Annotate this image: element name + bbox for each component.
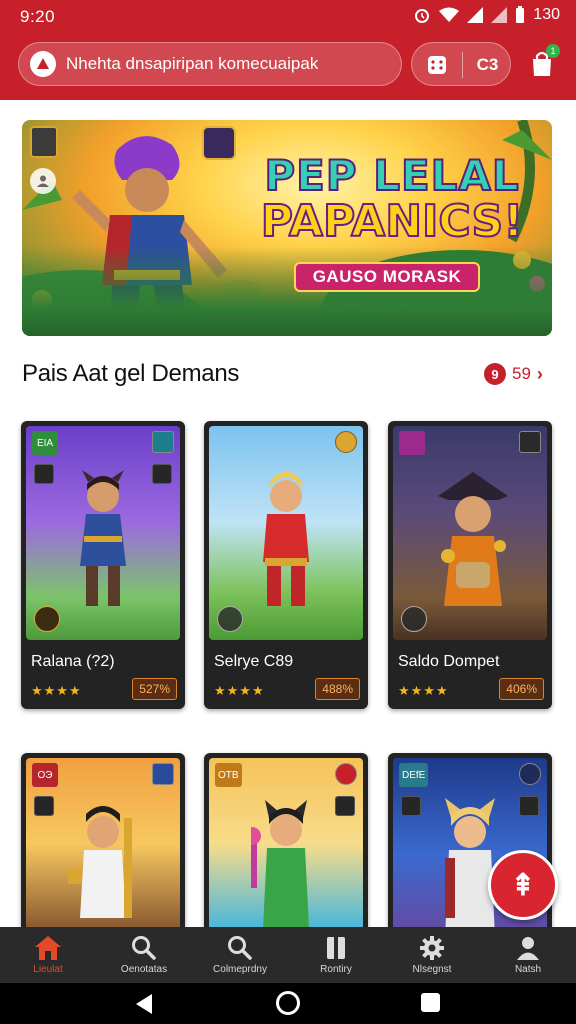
search-icon <box>228 936 252 960</box>
banner-badge-center <box>202 126 236 160</box>
target-icon <box>335 763 357 785</box>
status-bar: 9:20 130 <box>0 0 576 34</box>
search-bar[interactable]: Nhehta dnsapiripan komecuaipak <box>18 42 402 86</box>
section-title: Pais Aat gel Demans <box>22 360 240 387</box>
system-navigation-bar <box>0 983 576 1024</box>
signal-icon-2 <box>491 7 508 23</box>
shopping-bag-button[interactable]: 1 <box>522 44 562 84</box>
floating-action-button[interactable]: ⇞ <box>488 850 558 920</box>
sword-icon <box>519 796 539 816</box>
card-tag: OЭ <box>32 763 58 787</box>
card-price-badge: 488% <box>315 678 360 700</box>
coin-icon <box>335 431 357 453</box>
nav-item-profile[interactable]: Natsh <box>480 927 576 983</box>
home-button-icon[interactable] <box>276 991 300 1015</box>
star-rating: ★★★★ <box>214 683 265 698</box>
sword-icon <box>335 796 355 816</box>
nav-label: Nlsegnst <box>412 964 452 975</box>
character-illustration <box>80 470 126 606</box>
book-icon <box>327 937 345 959</box>
see-all-count: 59 <box>512 364 531 383</box>
see-all-badge: 9 <box>484 363 506 385</box>
character-illustration <box>251 800 309 928</box>
card-tag: DEfE <box>399 763 429 787</box>
card-title: Selrye C89 <box>214 653 294 670</box>
banner-title-line2: PAPANICS! <box>260 196 525 247</box>
coupon-button[interactable]: C3 <box>463 43 512 87</box>
chevron-right-icon: › <box>536 363 543 384</box>
nav-item-settings[interactable]: Nlsegnst <box>384 927 480 983</box>
sword-icon <box>217 606 243 632</box>
dice-button[interactable] <box>412 43 462 87</box>
tool-icon <box>152 431 174 453</box>
sword-icon <box>401 796 421 816</box>
game-card[interactable]: Selrye C89 ★★★★ 488% <box>204 421 368 709</box>
feather-icon <box>152 763 174 785</box>
bag-badge: 1 <box>546 44 560 58</box>
sword-icon <box>519 431 541 453</box>
home-icon <box>35 936 61 960</box>
card-tag: OTB <box>215 763 242 787</box>
alarm-icon <box>415 9 430 23</box>
see-all-link[interactable]: 9 59 › <box>484 362 543 386</box>
promo-banner[interactable]: PEP LELAL PAPANICS! GAUSO MORASK <box>22 120 552 336</box>
nav-item-category[interactable]: Colmeprdny <box>192 927 288 983</box>
recent-apps-icon[interactable] <box>421 993 440 1012</box>
nav-label: Lieulat <box>33 964 63 975</box>
checkbox-icon[interactable] <box>34 796 54 816</box>
status-time: 9:20 <box>20 7 56 26</box>
card-artwork: EIA <box>26 426 180 640</box>
card-tag: EIA <box>32 431 58 455</box>
banner-user-icon[interactable] <box>30 168 56 194</box>
shield-icon <box>401 606 427 632</box>
nav-label: Oenotatas <box>120 964 168 975</box>
card-artwork <box>209 426 363 640</box>
app-screen: 9:20 130 Nhehta dnsapiripan komecuaipak <box>0 0 576 1024</box>
search-input[interactable]: Nhehta dnsapiripan komecuaipak <box>66 54 318 74</box>
search-icon <box>132 936 156 960</box>
signal-icon <box>467 7 484 23</box>
coupon-label: C3 <box>476 55 499 74</box>
nav-label: Natsh <box>514 964 542 975</box>
battery-icon <box>516 6 525 23</box>
back-icon[interactable] <box>134 993 154 1015</box>
star-rating: ★★★★ <box>398 683 449 698</box>
banner-badge-left <box>30 126 58 158</box>
card-price-badge: 527% <box>132 678 177 700</box>
dice-icon <box>428 56 446 74</box>
checkbox-icon[interactable] <box>34 464 54 484</box>
banner-title-line1: PEP LELAL <box>263 151 520 200</box>
character-illustration <box>68 806 132 918</box>
currency-icon: ⇞ <box>510 868 536 902</box>
bottom-navigation: Lieulat Oenotatas Colmeprdny Rontiry Nls… <box>0 927 576 983</box>
header-action-pill: C3 <box>411 42 511 86</box>
nav-label: Colmeprdny <box>213 964 267 975</box>
card-artwork <box>393 426 547 640</box>
nav-item-library[interactable]: Rontiry <box>288 927 384 983</box>
star-rating: ★★★★ <box>31 683 82 698</box>
battery-level: 130 <box>533 6 560 23</box>
brand-logo-icon <box>30 51 56 77</box>
moon-icon <box>519 763 541 785</box>
user-icon <box>517 937 539 960</box>
card-title: Saldo Dompet <box>398 653 500 670</box>
checkbox-icon[interactable] <box>152 464 172 484</box>
banner-subtitle-button[interactable]: GAUSO MORASK <box>294 262 480 292</box>
game-card[interactable]: Saldo Dompet ★★★★ 406% <box>388 421 552 709</box>
character-illustration <box>438 472 508 606</box>
coin-icon <box>34 606 60 632</box>
character-illustration <box>263 472 309 606</box>
card-tag <box>399 431 425 455</box>
card-title: Ralana (?2) <box>31 653 115 670</box>
top-app-bar: 9:20 130 Nhehta dnsapiripan komecuaipak <box>0 0 576 100</box>
card-price-badge: 406% <box>499 678 544 700</box>
game-card[interactable]: EIA Ralana (?2) ★★★★ 527% <box>21 421 185 709</box>
banner-title: PEP LELAL PAPANICS! <box>242 151 542 247</box>
nav-label: Rontiry <box>320 964 352 975</box>
nav-item-home[interactable]: Lieulat <box>0 927 96 983</box>
gear-icon <box>420 936 444 960</box>
wifi-icon <box>439 7 460 22</box>
status-icons: 130 <box>413 6 560 24</box>
nav-item-search[interactable]: Oenotatas <box>96 927 192 983</box>
